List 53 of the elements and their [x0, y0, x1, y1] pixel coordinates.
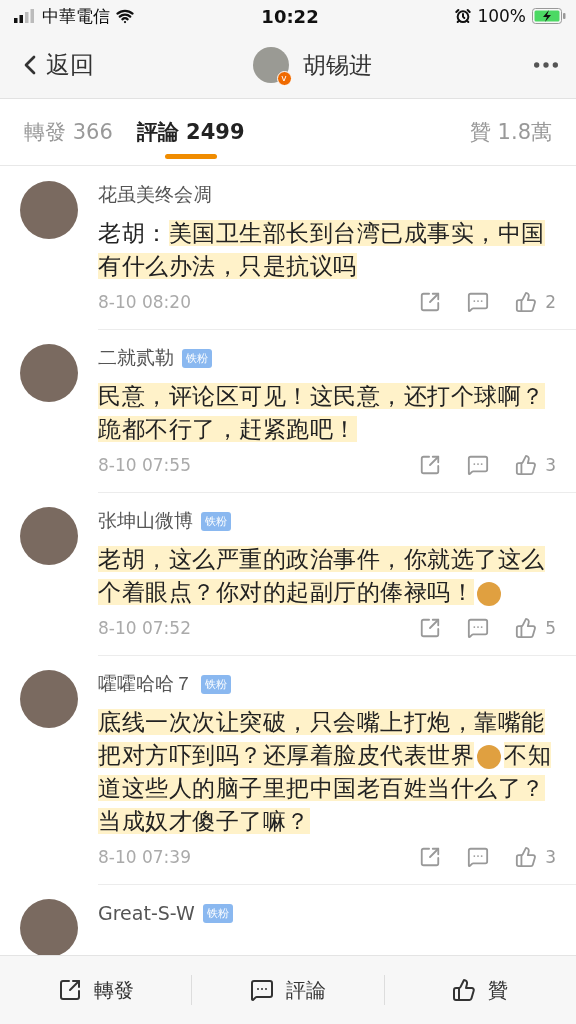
avatar-photo [20, 507, 78, 565]
comment-time: 8-10 07:52 [98, 618, 192, 638]
thumbs-up-icon [515, 454, 538, 476]
wifi-icon [116, 7, 134, 25]
alarm-icon [455, 8, 472, 24]
share-icon [419, 846, 442, 868]
share-icon [419, 454, 442, 476]
comment-icon [467, 617, 490, 639]
avatar-photo [20, 899, 78, 955]
comment-icon [467, 291, 490, 313]
back-button[interactable]: 返回 [14, 49, 94, 81]
comment-text: 老胡：美国卫生部长到台湾已成事实，中国有什么办法，只是抗议吗 [98, 219, 546, 281]
avatar-photo [20, 670, 78, 728]
share-icon [57, 978, 82, 1002]
username[interactable]: Great-S-W [98, 902, 195, 924]
username[interactable]: 花虽美终会凋 [98, 182, 212, 208]
avatar-photo [20, 181, 78, 239]
comment-text: 老胡，这么严重的政治事件，你就选了这么个着眼点？你对的起副厅的俸禄吗！ [98, 545, 546, 608]
comment-icon [467, 454, 490, 476]
tab[interactable]: 評論 2499 [136, 99, 245, 165]
fan-badge: 铁粉 [201, 674, 231, 694]
thumbs-up-icon [452, 978, 477, 1002]
status-time: 10:22 [261, 5, 319, 27]
thumbs-up-icon [515, 291, 538, 313]
emoji-icon [477, 581, 501, 606]
battery-percent: 100% [477, 6, 526, 26]
username[interactable]: 嚯嚯哈哈７ [98, 671, 193, 697]
fan-badge: 铁粉 [201, 511, 231, 531]
signal-icon [14, 9, 36, 23]
carrier-name: 中華電信 [42, 4, 110, 28]
fan-badge: 铁粉 [202, 903, 233, 923]
comment-time: 8-10 08:20 [98, 292, 192, 312]
emoji-icon [477, 744, 501, 769]
thumbs-up-icon [515, 617, 538, 639]
comment-text: 民意，评论区可见！这民意，还打个球啊？跪都不行了，赶紧跑吧！ [98, 382, 546, 444]
comment-icon [467, 846, 490, 868]
page-title: 胡锡进 [302, 50, 372, 80]
fan-badge: 铁粉 [182, 348, 212, 368]
username[interactable]: 二就贰勒 [98, 345, 174, 371]
action-button[interactable]: 轉發 [0, 975, 192, 1005]
thumbs-up-icon [515, 846, 538, 868]
comment-icon [250, 978, 274, 1002]
battery-icon [532, 8, 566, 24]
share-icon [419, 291, 442, 313]
share-icon [419, 617, 442, 639]
username[interactable]: 张坤山微博 [98, 508, 193, 534]
action-button[interactable]: 評論 [192, 975, 384, 1005]
comment-time: 8-10 07:39 [98, 847, 192, 867]
avatar-photo [252, 47, 289, 83]
comment-time: 8-10 07:55 [98, 455, 192, 475]
action-button[interactable]: 贊 [384, 975, 576, 1005]
avatar-photo [20, 344, 78, 402]
comment-text: 底线一次次让突破，只会嘴上打炮，靠嘴能把对方吓到吗？还厚着脸皮代表世界 不知道这些人的脑子里把中国老百姓当什么了？当成奴才傻子了嘛？ [98, 708, 552, 836]
